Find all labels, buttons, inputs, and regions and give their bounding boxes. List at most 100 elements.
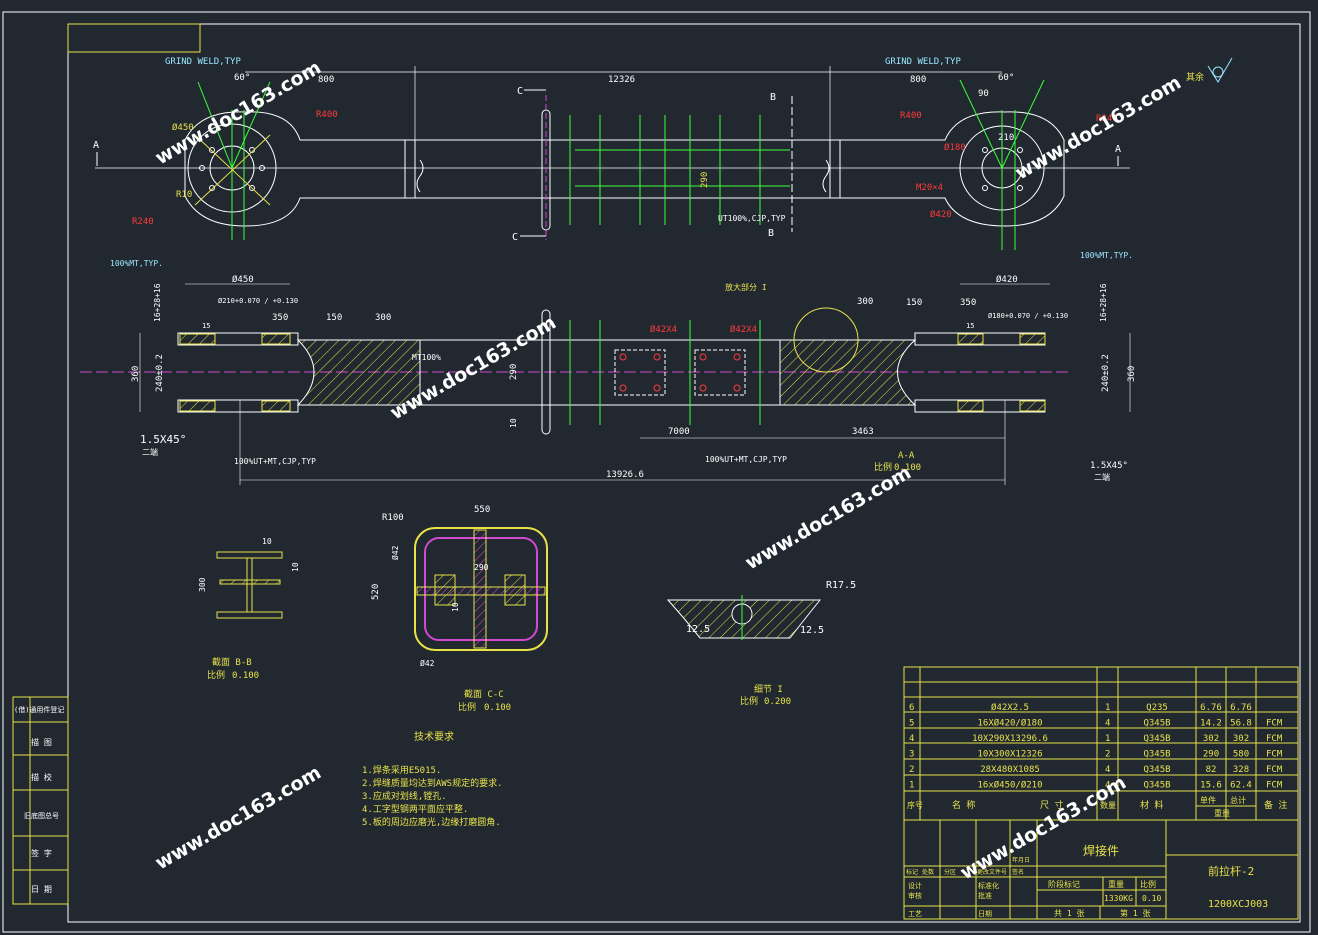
m20-top: M20×4 bbox=[916, 183, 943, 193]
bom-cell-qty: 4 bbox=[1105, 719, 1110, 729]
grind-weld-right: GRIND WELD,TYP bbox=[885, 57, 961, 67]
section-cc: R100 550 520 Ø42 Ø42 290 10 截面 C-C 比例 0.… bbox=[371, 505, 548, 713]
fv-240-r: 240±0.2 bbox=[1101, 354, 1111, 392]
di-scale-lbl: 比例 bbox=[740, 695, 758, 707]
fv-phi42-r: Ø42X4 bbox=[730, 324, 757, 335]
front-view: Ø450 Ø420 Ø210+0.070 / +0.130 Ø180+0.070… bbox=[80, 274, 1137, 485]
bom-cell-no: 6 bbox=[909, 703, 914, 713]
tb-sheet: 第 1 张 bbox=[1120, 908, 1150, 918]
fv-240-l: 240±0.2 bbox=[155, 354, 165, 392]
fv-10: 10 bbox=[509, 418, 518, 428]
bom-cell-spec: Ø42X2.5 bbox=[991, 702, 1029, 713]
tb-scale-lbl: 比例 bbox=[1140, 879, 1156, 889]
fv-180: Ø180+0.070 / +0.130 bbox=[988, 312, 1068, 320]
bom-cell-spec: 28X480X1085 bbox=[980, 765, 1040, 775]
bom-cell-note: FCM bbox=[1266, 765, 1283, 775]
tb-left-2: 分区 bbox=[944, 868, 956, 876]
fv-155-r: 15 bbox=[966, 322, 974, 330]
bom-cell-w1: 15.6 bbox=[1200, 781, 1222, 791]
detail-i: R17.5 12.5 12.5 细节 I 比例 0.200 bbox=[666, 580, 856, 707]
di-title: 细节 I bbox=[754, 683, 783, 695]
fv-350-l: 350 bbox=[272, 313, 288, 323]
fv-350-r: 350 bbox=[960, 298, 976, 308]
tb-left-5: 年月日 bbox=[1012, 856, 1030, 864]
side-label-2: 描 图 bbox=[31, 737, 52, 747]
fv-300-r: 300 bbox=[857, 297, 873, 307]
cc-r100: R100 bbox=[382, 513, 404, 523]
bom-cell-no: 2 bbox=[909, 765, 914, 775]
tech-item-4: 4.工字型钢两平面应平整. bbox=[362, 803, 468, 815]
fv-13926: 13926.6 bbox=[606, 470, 644, 480]
tb-name: 前拉杆-2 bbox=[1208, 864, 1254, 878]
bom-h-total: 总计 bbox=[1230, 795, 1246, 805]
r400-right: R400 bbox=[900, 111, 922, 121]
top-left-code-box bbox=[67, 23, 201, 53]
dim-60-left: 60° bbox=[234, 73, 250, 83]
dim-90: 90 bbox=[978, 89, 989, 99]
fv-7000: 7000 bbox=[668, 427, 690, 437]
bom-cell-note: FCM bbox=[1266, 750, 1283, 760]
tb-type: 焊接件 bbox=[1083, 843, 1119, 858]
bom-cell-no: 3 bbox=[909, 750, 914, 760]
side-label-4: 旧底图总号 bbox=[24, 811, 59, 820]
watermark-4: www.doc163.com bbox=[742, 461, 915, 574]
r400-left: R400 bbox=[316, 110, 338, 120]
di-scale: 0.200 bbox=[764, 697, 791, 707]
tech-item-1: 1.焊条采用E5015. bbox=[362, 764, 441, 776]
bom-cell-qty: 1 bbox=[1105, 703, 1110, 713]
mt-right: 100%MT,TYP. bbox=[1080, 251, 1133, 260]
bom-h-note: 备 注 bbox=[1264, 799, 1287, 811]
bom-cell-w1: 302 bbox=[1203, 734, 1219, 744]
fv-155-l: 15 bbox=[202, 322, 210, 330]
side-panel: (借)通用件登记 描 图 描 校 旧底图总号 签 字 日 期 bbox=[12, 696, 69, 905]
fv-sec-title: A-A bbox=[898, 451, 915, 461]
cc-phi42b: Ø42 bbox=[420, 658, 435, 668]
bb-title: 截面 B-B bbox=[212, 656, 252, 668]
fv-3463: 3463 bbox=[852, 427, 874, 437]
side-label-5: 签 字 bbox=[31, 848, 52, 858]
fv-420: Ø420 bbox=[996, 274, 1018, 285]
fv-16-r: 16+28+16 bbox=[1099, 283, 1108, 322]
dim-800-right: 800 bbox=[910, 75, 926, 85]
watermark-5: www.doc163.com bbox=[152, 761, 325, 874]
cc-550: 550 bbox=[474, 505, 490, 515]
bom-h-mat: 材 料 bbox=[1140, 799, 1163, 811]
tb-left-4: 签名 bbox=[1012, 868, 1024, 876]
bb-10a: 10 bbox=[262, 537, 272, 546]
cc-10: 10 bbox=[451, 602, 460, 612]
bb-300: 300 bbox=[198, 577, 207, 592]
bom-cell-no: 5 bbox=[909, 719, 914, 729]
fv-chamfer-note-r: 二端 bbox=[1094, 472, 1110, 482]
bom-cell-w2: 62.4 bbox=[1230, 781, 1252, 791]
fv-290: 290 bbox=[509, 364, 519, 380]
tb-role2-2: 日期 bbox=[978, 910, 992, 918]
cc-scale: 0.100 bbox=[484, 703, 511, 713]
bom-cell-w2: 56.8 bbox=[1230, 719, 1252, 729]
bom-cell-w2: 328 bbox=[1233, 765, 1249, 775]
cc-520: 520 bbox=[371, 584, 381, 600]
tb-left-0: 标记 bbox=[906, 868, 918, 876]
dim-210: 210 bbox=[998, 133, 1014, 143]
watermark-2: www.doc163.com bbox=[1012, 71, 1185, 184]
fv-phi42-l: Ø42X4 bbox=[650, 324, 677, 335]
r240-left: R240 bbox=[132, 217, 154, 227]
r10-top: R10 bbox=[176, 190, 192, 200]
bom-cell-w1: 14.2 bbox=[1200, 719, 1222, 729]
fv-weld-r: 100%UT+MT,CJP,TYP bbox=[705, 455, 787, 464]
bom-cell-w1: 290 bbox=[1203, 750, 1219, 760]
bom-cell-mat: Q345B bbox=[1143, 781, 1170, 791]
fv-chamfer-l: 1.5X45° bbox=[140, 433, 186, 446]
fv-360-l: 360 bbox=[131, 366, 141, 382]
section-b-top: B bbox=[770, 92, 776, 103]
bom-cell-no: 1 bbox=[909, 781, 914, 791]
bom-cell-mat: Q345B bbox=[1143, 765, 1170, 775]
bom-cell-mat: Q345B bbox=[1143, 750, 1170, 760]
tech-item-2: 2.焊缝质量均达到AWS规定的要求. bbox=[362, 777, 503, 789]
tb-stage-lbl: 阶段标记 bbox=[1048, 879, 1080, 889]
fv-mt100: MT100% bbox=[412, 353, 441, 362]
fv-150-l: 150 bbox=[326, 313, 342, 323]
tb-scale: 0.10 bbox=[1142, 894, 1161, 903]
bom-h-name: 名 称 bbox=[952, 799, 975, 811]
dim-290-top: 290 bbox=[700, 172, 710, 188]
fv-16-l: 16+28+16 bbox=[153, 283, 162, 322]
